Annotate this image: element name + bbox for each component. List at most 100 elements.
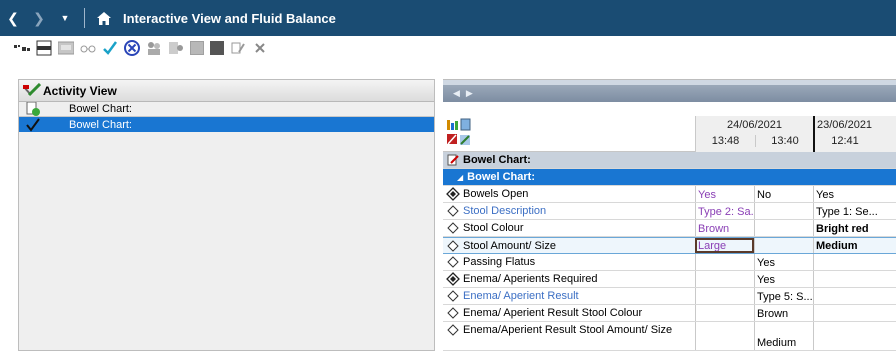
cell-value[interactable] (813, 322, 896, 350)
required-diamond-icon (445, 272, 461, 286)
row-label: Stool Amount/ Size (463, 239, 556, 252)
required-diamond-icon (445, 187, 461, 201)
cancel-circle-icon[interactable] (124, 40, 140, 56)
home-icon[interactable] (91, 0, 117, 36)
table-row[interactable]: Enema/ Aperient Result Stool Colour Brow… (443, 305, 896, 322)
table-row[interactable]: Stool Colour Brown Bright red (443, 220, 896, 237)
cell-value[interactable]: Medium (754, 322, 813, 350)
chart-tools-icon[interactable] (445, 118, 475, 148)
cell-value[interactable] (695, 288, 754, 304)
section-label: Bowel Chart: (463, 154, 531, 166)
column-header-date-1: 24/06/2021 13:48 13:40 (695, 116, 813, 152)
cell-value[interactable]: Yes (695, 186, 754, 202)
diamond-icon (445, 324, 461, 336)
table-row-selected[interactable]: Stool Amount/ Size Large Medium (443, 237, 896, 254)
activity-view-pane: Activity View Bowel Chart: Bowel Chart: (18, 79, 435, 351)
activity-view-icon (23, 82, 41, 96)
cell-value[interactable] (813, 288, 896, 304)
cell-value[interactable]: Bright red (813, 220, 896, 236)
row-label: Enema/Aperient Result Stool Amount/ Size (463, 324, 673, 336)
cell-value[interactable] (813, 305, 896, 321)
activity-view-title: Activity View (43, 83, 117, 98)
row-label: Passing Flatus (463, 256, 536, 268)
grid-toggle-icon[interactable] (36, 40, 52, 56)
diamond-icon (445, 307, 461, 319)
table-row[interactable]: Passing Flatus Yes (443, 254, 896, 271)
edit-text-icon[interactable] (230, 40, 246, 56)
cell-value[interactable]: Medium (813, 238, 896, 253)
column-header-date-2: 23/06/2021 12:41 (813, 116, 896, 152)
document-check-icon (25, 102, 41, 117)
column-time[interactable]: 12:41 (815, 135, 875, 147)
calculator-icon[interactable] (58, 40, 74, 56)
flowsheet-grid: 24/06/2021 13:48 13:40 23/06/2021 12:41 … (443, 116, 896, 351)
cell-value[interactable] (695, 271, 754, 287)
activity-item-bowel-chart-selected[interactable]: Bowel Chart: (19, 117, 434, 132)
subsection-row[interactable]: ◢ Bowel Chart: (443, 169, 896, 186)
table-row[interactable]: Enema/ Aperient Result Type 5: S... (443, 288, 896, 305)
cell-value[interactable]: Type 5: S... (754, 288, 813, 304)
history-dropdown-icon[interactable]: ▼ (52, 0, 78, 36)
collapse-triangle-icon[interactable]: ◢ (457, 173, 463, 182)
diamond-icon (445, 239, 461, 252)
title-bar: ❮ ❯ ▼ Interactive View and Fluid Balance (0, 0, 896, 36)
cell-value[interactable] (695, 322, 754, 350)
activity-view-header: Activity View (19, 80, 434, 102)
column-time[interactable]: 13:48 (696, 135, 755, 147)
people-icon[interactable] (146, 40, 162, 56)
scroll-left-icon[interactable]: ◀ (453, 88, 460, 99)
row-label: Enema/ Aperients Required (463, 273, 598, 285)
cell-value[interactable] (813, 271, 896, 287)
table-row[interactable]: Stool Description Type 2: Sa... Type 1: … (443, 203, 896, 220)
flowsheet-pane: ◀ ▶ 24/06/2021 13:48 13:40 23/06/2021 12… (443, 79, 896, 351)
grid-header: 24/06/2021 13:48 13:40 23/06/2021 12:41 (443, 116, 896, 152)
cell-value[interactable]: No (754, 186, 813, 202)
cell-value[interactable]: Type 1: Se... (813, 203, 896, 219)
row-label: Bowels Open (463, 188, 529, 200)
gray-box-icon[interactable] (190, 41, 204, 55)
glasses-icon[interactable] (80, 40, 96, 56)
cell-value-focused[interactable]: Large (695, 238, 754, 253)
document-people-icon[interactable] (168, 40, 184, 56)
scroll-right-icon[interactable]: ▶ (466, 88, 473, 99)
row-label-link[interactable]: Stool Description (463, 205, 546, 217)
table-row[interactable]: Enema/ Aperients Required Yes (443, 271, 896, 288)
title-separator (84, 8, 85, 28)
toolbar (0, 36, 896, 60)
column-time[interactable]: 13:40 (755, 135, 814, 147)
cell-value[interactable] (754, 238, 813, 253)
table-row[interactable]: Enema/Aperient Result Stool Amount/ Size… (443, 322, 896, 351)
back-button[interactable]: ❮ (0, 0, 26, 36)
activity-item-label: Bowel Chart: (69, 103, 132, 115)
activity-item-bowel-chart[interactable]: Bowel Chart: (19, 102, 434, 117)
row-label-link[interactable]: Enema/ Aperient Result (463, 290, 579, 302)
table-row[interactable]: Bowels Open Yes No Yes (443, 186, 896, 203)
row-label: Stool Colour (463, 222, 524, 234)
dark-box-icon[interactable] (210, 41, 224, 55)
cell-value[interactable] (813, 254, 896, 270)
cell-value[interactable]: Brown (695, 220, 754, 236)
scroll-arrows-bar: ◀ ▶ (443, 85, 896, 102)
window-title: Interactive View and Fluid Balance (123, 10, 336, 26)
diamond-icon (445, 290, 461, 302)
sign-checkmark-icon[interactable] (102, 40, 118, 56)
activity-item-label: Bowel Chart: (69, 118, 132, 131)
cell-value[interactable]: Type 2: Sa... (695, 203, 754, 219)
cell-value[interactable]: Yes (813, 186, 896, 202)
column-date: 23/06/2021 (817, 119, 873, 131)
diamond-icon (445, 205, 461, 217)
cell-value[interactable] (754, 203, 813, 219)
cell-value[interactable]: Yes (754, 271, 813, 287)
cell-value[interactable] (754, 220, 813, 236)
subsection-label: Bowel Chart: (467, 171, 535, 183)
diamond-icon (445, 222, 461, 234)
cell-value[interactable]: Yes (754, 254, 813, 270)
customize-view-icon[interactable] (14, 40, 30, 56)
cell-value[interactable] (695, 305, 754, 321)
check-icon (25, 117, 41, 132)
close-x-icon[interactable] (252, 40, 268, 56)
cell-value[interactable] (695, 254, 754, 270)
cell-value[interactable]: Brown (754, 305, 813, 321)
forward-button[interactable]: ❯ (26, 0, 52, 36)
section-row[interactable]: Bowel Chart: (443, 152, 896, 169)
